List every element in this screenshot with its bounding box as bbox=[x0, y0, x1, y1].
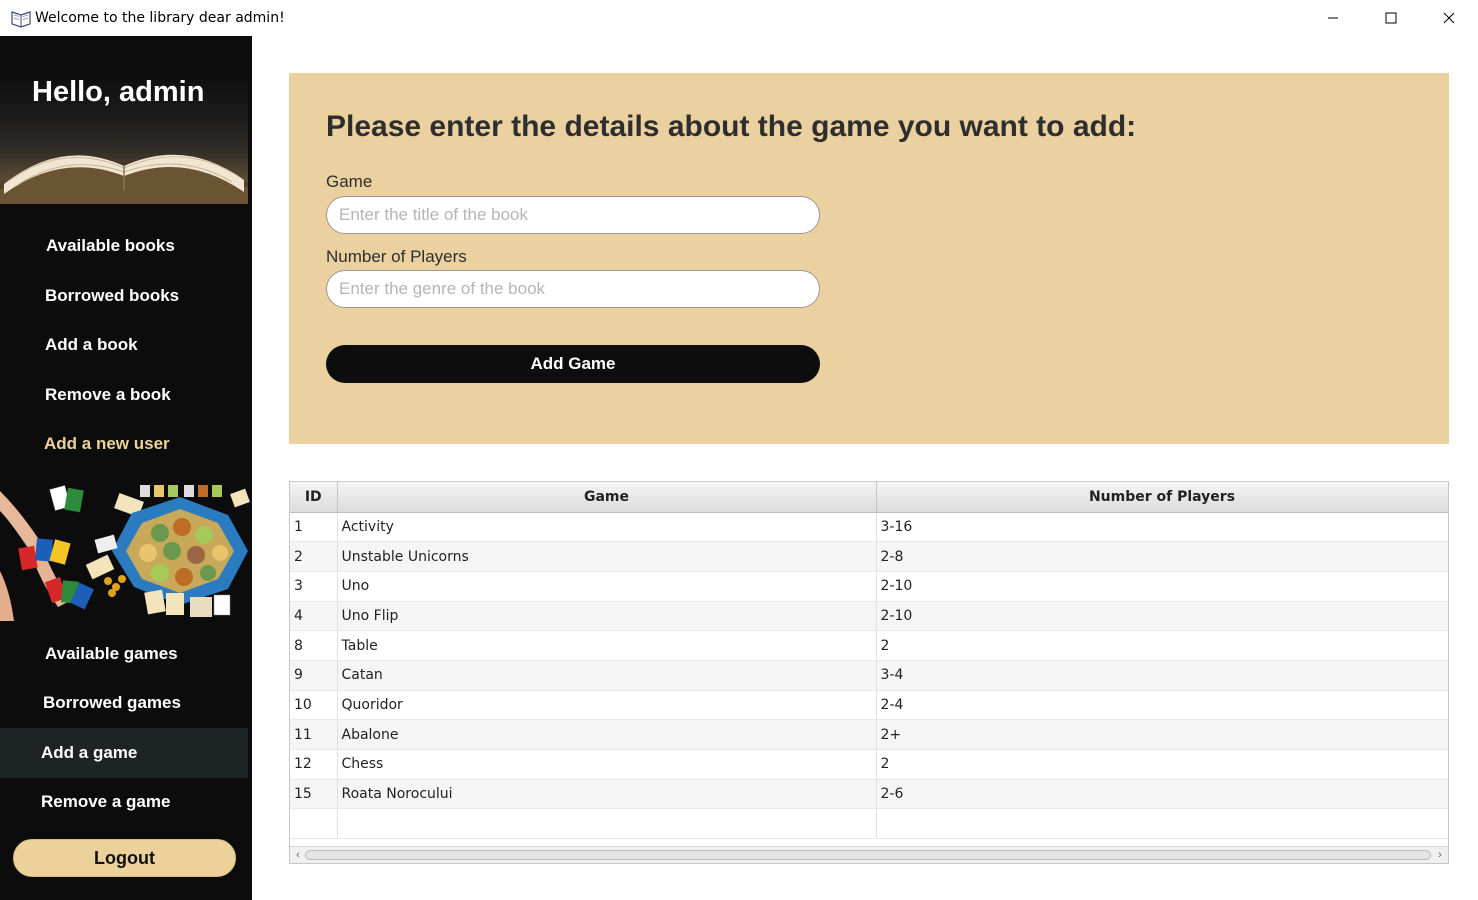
greeting-text: Hello, admin bbox=[32, 76, 205, 108]
table-row[interactable]: 2 Unstable Unicorns 2-8 bbox=[290, 541, 1448, 572]
add-game-form: Please enter the details about the game … bbox=[289, 73, 1449, 444]
cell-id: 3 bbox=[290, 571, 338, 602]
cell-game: Activity bbox=[337, 512, 877, 543]
cell-players: 2-6 bbox=[876, 779, 1448, 810]
close-icon bbox=[1443, 12, 1455, 24]
table-row[interactable]: 9 Catan 3-4 bbox=[290, 660, 1448, 691]
column-header-game[interactable]: Game bbox=[337, 482, 877, 513]
cell-game: Chess bbox=[337, 749, 877, 780]
players-label: Number of Players bbox=[326, 247, 467, 266]
games-table[interactable]: ID Game Number of Players 1 Activity 3-16 … bbox=[289, 481, 1449, 864]
logout-button[interactable]: Logout bbox=[13, 839, 236, 877]
maximize-icon bbox=[1385, 12, 1397, 24]
cell-id: 2 bbox=[290, 541, 338, 572]
cell-id: 11 bbox=[290, 719, 338, 750]
cell-game: Unstable Unicorns bbox=[337, 541, 877, 572]
sidebar: Hello, admin Available books Borrowed bo… bbox=[0, 36, 252, 900]
cell-game: Catan bbox=[337, 660, 877, 691]
empty-table-row bbox=[290, 808, 1448, 840]
cell-id: 9 bbox=[290, 660, 338, 691]
cell-id: 15 bbox=[290, 779, 338, 810]
form-heading: Please enter the details about the game … bbox=[326, 110, 1137, 143]
minimize-icon bbox=[1328, 17, 1338, 19]
nav-add-book[interactable]: Add a book bbox=[0, 320, 248, 370]
window-title: Welcome to the library dear admin! bbox=[35, 10, 285, 26]
table-row[interactable]: 8 Table 2 bbox=[290, 630, 1448, 661]
table-row[interactable]: 3 Uno 2-10 bbox=[290, 571, 1448, 602]
cell-game: Abalone bbox=[337, 719, 877, 750]
nav-add-new-user[interactable]: Add a new user bbox=[0, 419, 248, 469]
cell-id: 12 bbox=[290, 749, 338, 780]
app-window: Welcome to the library dear admin! Hello… bbox=[0, 0, 1478, 900]
cell-players: 2-10 bbox=[876, 601, 1448, 632]
cell-game: Uno Flip bbox=[337, 601, 877, 632]
nav-available-games[interactable]: Available games bbox=[0, 629, 248, 679]
minimize-button[interactable] bbox=[1304, 0, 1362, 36]
close-button[interactable] bbox=[1420, 0, 1478, 36]
board-games-image bbox=[0, 481, 250, 621]
table-row[interactable]: 15 Roata Norocului 2-6 bbox=[290, 779, 1448, 810]
game-input[interactable] bbox=[326, 196, 820, 234]
cell-game: Roata Norocului bbox=[337, 779, 877, 810]
table-row[interactable]: 4 Uno Flip 2-10 bbox=[290, 601, 1448, 632]
column-header-players[interactable]: Number of Players bbox=[876, 482, 1448, 513]
nav-remove-book[interactable]: Remove a book bbox=[0, 370, 248, 420]
nav-borrowed-books[interactable]: Borrowed books bbox=[0, 271, 248, 321]
nav-available-books[interactable]: Available books bbox=[0, 221, 248, 271]
cell-players: 3-4 bbox=[876, 660, 1448, 691]
cell-players: 2-4 bbox=[876, 690, 1448, 721]
cell-game: Quoridor bbox=[337, 690, 877, 721]
scroll-right-icon[interactable]: › bbox=[1433, 848, 1447, 862]
add-game-button[interactable]: Add Game bbox=[326, 345, 820, 383]
table-row[interactable]: 12 Chess 2 bbox=[290, 749, 1448, 780]
book-app-icon bbox=[11, 11, 31, 28]
cell-players: 2-8 bbox=[876, 541, 1448, 572]
cell-id: 1 bbox=[290, 512, 338, 543]
table-header-row: ID Game Number of Players bbox=[290, 482, 1448, 513]
cell-players: 2+ bbox=[876, 719, 1448, 750]
cell-players: 2-10 bbox=[876, 571, 1448, 602]
maximize-button[interactable] bbox=[1362, 0, 1420, 36]
scrollbar-thumb[interactable] bbox=[305, 850, 1431, 860]
window-controls bbox=[1304, 0, 1478, 36]
players-input[interactable] bbox=[326, 270, 820, 308]
nav-borrowed-games[interactable]: Borrowed games bbox=[0, 678, 248, 728]
nav-add-game[interactable]: Add a game bbox=[0, 728, 248, 778]
cell-players: 2 bbox=[876, 749, 1448, 780]
cell-game: Uno bbox=[337, 571, 877, 602]
cell-game: Table bbox=[337, 630, 877, 661]
cell-id: 4 bbox=[290, 601, 338, 632]
cell-id: 10 bbox=[290, 690, 338, 721]
column-header-id[interactable]: ID bbox=[290, 482, 338, 513]
cell-players: 3-16 bbox=[876, 512, 1448, 543]
horizontal-scrollbar[interactable]: ‹ › bbox=[290, 846, 1448, 863]
table-row[interactable]: 1 Activity 3-16 bbox=[290, 512, 1448, 543]
title-bar[interactable]: Welcome to the library dear admin! bbox=[0, 0, 1478, 36]
cell-players: 2 bbox=[876, 630, 1448, 661]
scroll-left-icon[interactable]: ‹ bbox=[291, 848, 305, 862]
game-label: Game bbox=[326, 172, 373, 191]
cell-id: 8 bbox=[290, 630, 338, 661]
nav-remove-game[interactable]: Remove a game bbox=[0, 777, 248, 827]
table-row[interactable]: 11 Abalone 2+ bbox=[290, 719, 1448, 750]
table-row[interactable]: 10 Quoridor 2-4 bbox=[290, 690, 1448, 721]
